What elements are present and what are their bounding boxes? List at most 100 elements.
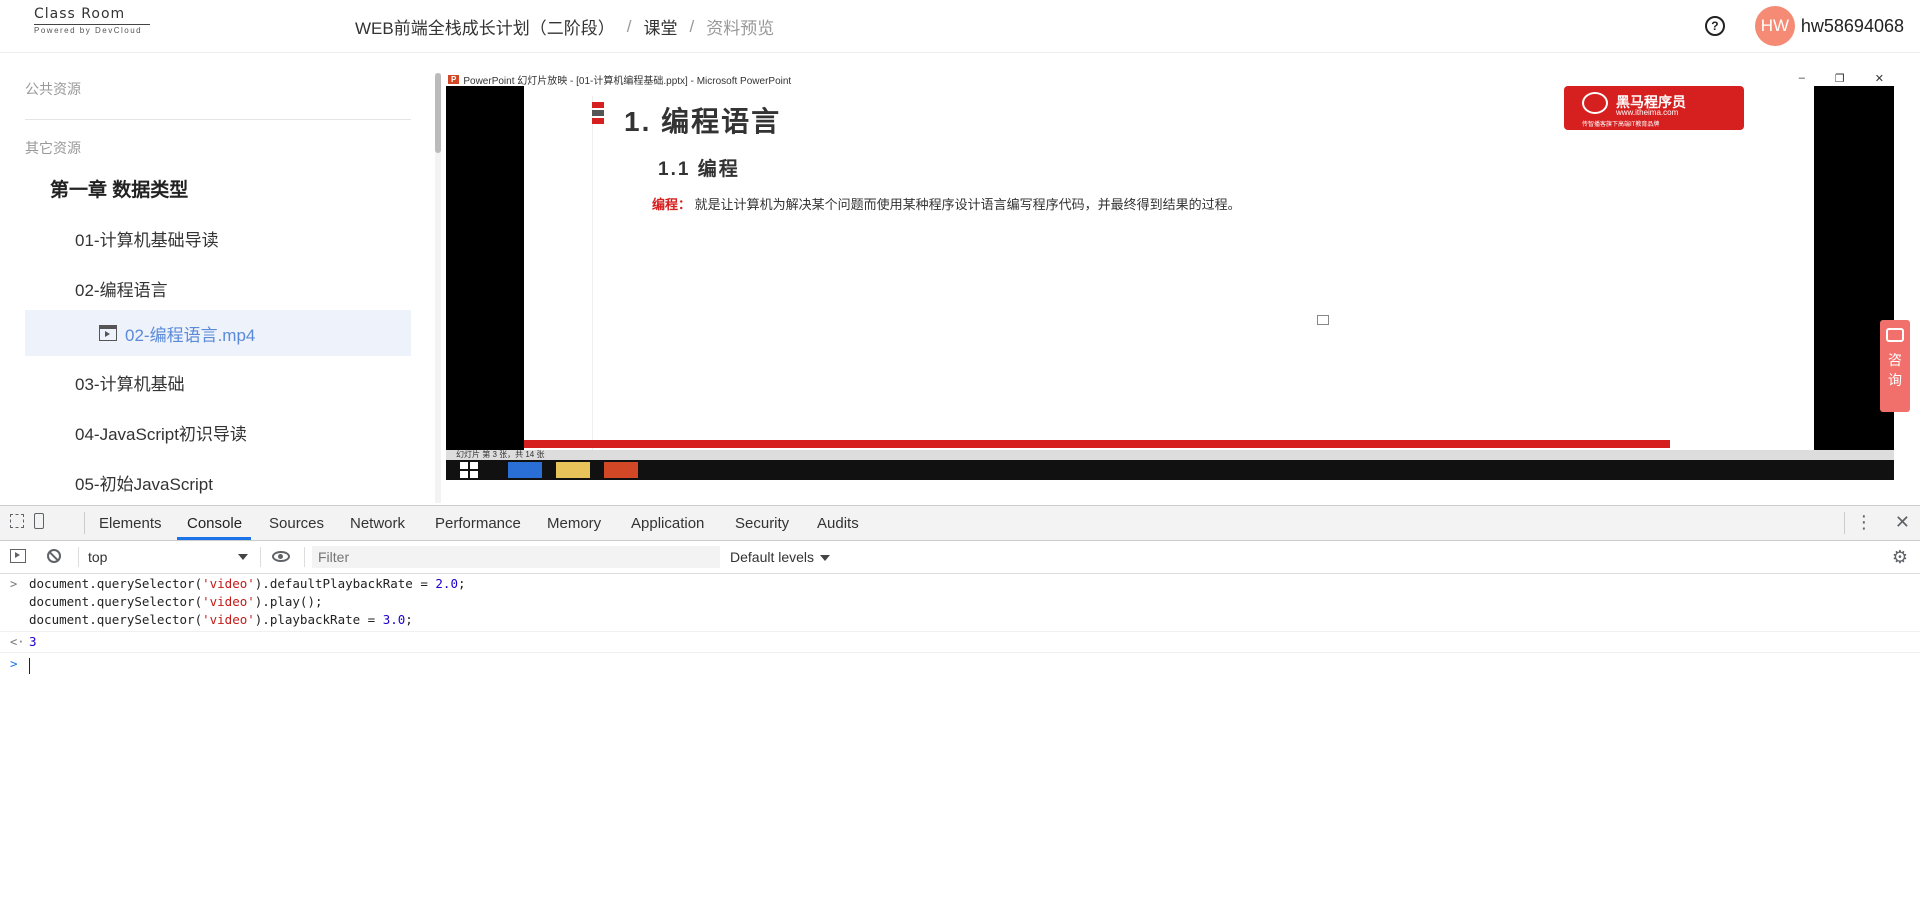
toolbar-separator — [78, 547, 79, 567]
console-result-entry: <· 3 — [0, 632, 1920, 653]
device-toolbar-icon[interactable] — [34, 513, 44, 529]
ppt-status-bar: 幻灯片 第 3 张，共 14 张 — [446, 450, 1894, 460]
top-header: Class Room Powered by DevCloud WEB前端全栈成长… — [0, 0, 1920, 53]
context-selector[interactable]: top — [88, 547, 248, 567]
tab-elements[interactable]: Elements — [99, 515, 162, 532]
tab-security[interactable]: Security — [735, 515, 789, 532]
console-code-line: document.querySelector('video').playback… — [29, 612, 413, 627]
console-filter-input[interactable] — [312, 546, 720, 568]
logo-subtitle: Powered by DevCloud — [34, 24, 150, 35]
chat-icon — [1886, 328, 1904, 342]
more-options-icon[interactable]: ⋮ — [1855, 513, 1873, 531]
input-chevron-icon: > — [10, 577, 18, 591]
breadcrumb-classroom[interactable]: 课堂 — [643, 14, 677, 39]
slide-footer-line — [524, 440, 1670, 448]
console-prompt[interactable]: > — [0, 653, 1920, 677]
slide-heading: 1. 编程语言 — [624, 106, 782, 137]
console-code-line: document.querySelector('video').play(); — [29, 594, 323, 609]
powerpoint-taskbar-icon — [604, 462, 638, 478]
breadcrumb-current: 资料预览 — [706, 19, 775, 38]
restore-icon: ❐ — [1834, 73, 1845, 85]
slide-bullet-icon — [592, 102, 604, 128]
context-value: top — [88, 549, 108, 565]
breadcrumb-separator: / — [626, 16, 632, 36]
active-file-item[interactable]: 02-编程语言.mp4 — [25, 310, 411, 356]
tab-audits[interactable]: Audits — [817, 515, 859, 532]
live-expression-eye-icon[interactable] — [272, 551, 290, 562]
chevron-down-icon — [238, 554, 248, 560]
slide-definition: 就是让计算机为解决某个问题而使用某种程序设计语言编写程序代码，并最终得到结果的过… — [694, 197, 1241, 212]
consult-button[interactable]: 咨询 — [1880, 320, 1910, 412]
prompt-chevron-icon: > — [10, 656, 18, 671]
windows-taskbar — [446, 460, 1894, 480]
folder-taskbar-icon — [556, 462, 590, 478]
other-resources-label[interactable]: 其它资源 — [25, 138, 81, 158]
sidebar-divider — [25, 119, 411, 120]
ppt-window-title: PowerPoint 幻灯片放映 - [01-计算机编程基础.pptx] - M… — [463, 75, 792, 87]
ppt-slide: 1. 编程语言 1.1 编程 编程： 就是让计算机为解决某个问题而使用某种程序设… — [524, 86, 1814, 450]
console-code-line: document.querySelector('video').defaultP… — [29, 576, 466, 591]
breadcrumb-course[interactable]: WEB前端全栈成长计划（二阶段） — [355, 14, 615, 39]
text-caret — [29, 658, 30, 674]
tab-performance[interactable]: Performance — [435, 515, 521, 532]
user-area: ? HW hw58694068 — [1704, 6, 1904, 46]
logo-text: Class Room — [34, 6, 126, 22]
public-resources-label[interactable]: 公共资源 — [25, 79, 81, 99]
powerpoint-icon: P — [448, 74, 460, 84]
inspect-element-icon[interactable] — [10, 514, 24, 528]
lesson-item[interactable]: 01-计算机基础导读 — [75, 226, 219, 251]
console-toolbar: top Default levels ⚙ — [0, 541, 1920, 574]
console-result-value: 3 — [29, 634, 37, 649]
console-output[interactable]: > document.querySelector('video').defaul… — [0, 574, 1920, 677]
tab-separator — [84, 512, 85, 534]
avatar[interactable]: HW — [1754, 6, 1795, 46]
lesson-item[interactable]: 05-初始JavaScript — [75, 470, 213, 495]
mouse-cursor-icon — [1317, 315, 1329, 325]
show-sidebar-icon[interactable] — [10, 549, 26, 563]
breadcrumb: WEB前端全栈成长计划（二阶段） / 课堂 / 资料预览 — [355, 14, 774, 39]
brand-horse-icon — [1582, 92, 1608, 114]
ppt-window-titlebar: P PowerPoint 幻灯片放映 - [01-计算机编程基础.pptx] -… — [446, 72, 1894, 87]
username[interactable]: hw58694068 — [1801, 16, 1904, 37]
clear-console-icon[interactable] — [47, 549, 61, 563]
lesson-item[interactable]: 04-JavaScript初识导读 — [75, 420, 247, 445]
breadcrumb-separator: / — [689, 16, 695, 36]
brand-logo: 黑马程序员 www.itheima.com 传智播客旗下高端IT教育品牌 — [1564, 86, 1744, 130]
resource-sidebar: 公共资源 其它资源 第一章 数据类型 01-计算机基础导读 02-编程语言 02… — [0, 53, 433, 503]
video-file-icon — [99, 325, 117, 341]
tab-network[interactable]: Network — [350, 515, 405, 532]
classroom-logo[interactable]: Class Room Powered by DevCloud — [34, 6, 154, 46]
active-tab-indicator — [177, 537, 251, 540]
close-icon: ✕ — [1874, 73, 1884, 85]
brand-tagline: 传智播客旗下高端IT教育品牌 — [1582, 122, 1660, 128]
lesson-item[interactable]: 02-编程语言 — [75, 276, 168, 301]
consult-label: 咨询 — [1888, 352, 1902, 388]
slide-subheading: 1.1 编程 — [658, 159, 740, 180]
close-devtools-icon[interactable]: ✕ — [1895, 513, 1910, 531]
toolbar-separator — [260, 547, 261, 567]
window-buttons: – ❐ ✕ — [1799, 72, 1884, 85]
toolbar-separator — [304, 547, 305, 567]
slide-rule — [592, 96, 593, 450]
sidebar-scroll-thumb[interactable] — [435, 73, 441, 153]
log-levels-label: Default levels — [730, 549, 815, 565]
tab-console[interactable]: Console — [187, 515, 242, 532]
help-icon[interactable]: ? — [1704, 16, 1725, 36]
chevron-down-icon — [820, 555, 831, 562]
devtools-panel: Elements Console Sources Network Perform… — [0, 505, 1920, 904]
result-arrow-icon: <· — [10, 635, 25, 649]
minimize-icon: – — [1798, 72, 1805, 84]
tab-memory[interactable]: Memory — [547, 515, 601, 532]
console-settings-gear-icon[interactable]: ⚙ — [1892, 548, 1908, 566]
console-input-entry: > document.querySelector('video').defaul… — [0, 574, 1920, 632]
tab-application[interactable]: Application — [631, 515, 704, 532]
tab-sources[interactable]: Sources — [269, 515, 324, 532]
brand-url: www.itheima.com — [1616, 108, 1679, 117]
video-player[interactable]: P PowerPoint 幻灯片放映 - [01-计算机编程基础.pptx] -… — [446, 72, 1894, 480]
slide-keyword: 编程： — [652, 197, 692, 212]
log-levels-dropdown[interactable]: Default levels — [730, 547, 831, 567]
lesson-item[interactable]: 03-计算机基础 — [75, 370, 185, 395]
chapter-title[interactable]: 第一章 数据类型 — [50, 175, 188, 202]
tab-separator — [1844, 512, 1845, 534]
active-file-name: 02-编程语言.mp4 — [125, 325, 256, 345]
